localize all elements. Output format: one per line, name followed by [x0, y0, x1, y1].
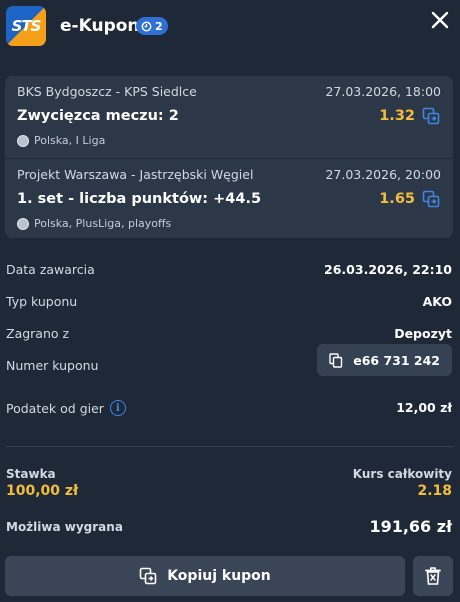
summary-divider [6, 446, 454, 447]
coupon-number: e66 731 242 [353, 352, 440, 368]
match-datetime: 27.03.2026, 18:00 [325, 84, 441, 99]
ticket-icon [141, 21, 152, 31]
possible-win-value: 191,66 zł [369, 517, 452, 536]
stake-value: 100,00 zł [6, 483, 79, 499]
number-label: Numer kuponu [6, 358, 99, 373]
copy-coupon-number-button[interactable]: e66 731 242 [317, 344, 452, 376]
match-name: BKS Bydgoszcz - KPS Siedlce [17, 84, 197, 99]
trash-icon [425, 567, 441, 585]
bet-odds: 1.65 [379, 191, 415, 207]
possible-win-label: Możliwa wygrana [6, 520, 123, 534]
bet-odds: 1.32 [379, 108, 415, 124]
tax-label-group: Podatek od gier i [6, 400, 126, 416]
tax-value: 12,00 zł [396, 400, 452, 415]
delete-coupon-button[interactable] [413, 556, 453, 596]
match-datetime: 27.03.2026, 20:00 [325, 167, 441, 182]
date-value: 26.03.2026, 22:10 [324, 262, 452, 277]
volleyball-icon [17, 134, 29, 147]
type-label: Typ kuponu [6, 294, 78, 309]
league-info: Polska, PlusLiga, playoffs [17, 217, 171, 230]
bet-market: 1. set - liczba punktów: +44.5 [17, 191, 262, 207]
stake-label: Stawka [6, 467, 56, 481]
close-icon[interactable] [428, 8, 452, 32]
detail-row-date: Data zawarcia 26.03.2026, 22:10 [0, 254, 460, 286]
copy-coupon-button[interactable]: Kopiuj kupon [5, 556, 405, 596]
bet-count: 2 [155, 19, 163, 33]
volleyball-icon [17, 217, 29, 230]
detail-row-tax: Podatek od gier i 12,00 zł [0, 392, 460, 424]
copy-icon [329, 352, 343, 368]
odds-boost-icon[interactable] [422, 190, 440, 208]
sts-logo: STS [6, 6, 46, 46]
played-value: Depozyt [394, 326, 452, 341]
detail-row-type: Typ kuponu AKO [0, 286, 460, 318]
copy-coupon-label: Kopiuj kupon [167, 568, 271, 584]
match-name: Projekt Warszawa - Jastrzębski Węgiel [17, 167, 254, 182]
info-icon[interactable]: i [109, 400, 126, 416]
bet-market: Zwycięzca meczu: 2 [17, 108, 179, 124]
bet-item[interactable]: Projekt Warszawa - Jastrzębski Węgiel 27… [5, 158, 453, 238]
odds-boost-icon[interactable] [422, 107, 440, 125]
tax-label: Podatek od gier [6, 400, 104, 416]
bet-item[interactable]: BKS Bydgoszcz - KPS Siedlce 27.03.2026, … [5, 76, 453, 156]
league-info: Polska, I Liga [17, 134, 105, 147]
date-label: Data zawarcia [6, 262, 95, 277]
total-odds-value: 2.18 [417, 483, 452, 499]
league-name: Polska, I Liga [34, 134, 106, 147]
total-odds-label: Kurs całkowity [352, 467, 452, 481]
coupon-header: STS e-Kupon 2 [0, 0, 460, 60]
coupon-title: e-Kupon [60, 16, 140, 36]
league-name: Polska, PlusLiga, playoffs [34, 217, 172, 230]
detail-row-number: Numer kuponu e66 731 242 [0, 344, 460, 382]
bet-list: BKS Bydgoszcz - KPS Siedlce 27.03.2026, … [5, 76, 453, 238]
type-value: AKO [422, 294, 452, 309]
copy-coupon-icon [139, 567, 157, 585]
played-label: Zagrano z [6, 326, 70, 341]
bet-count-badge: 2 [136, 17, 168, 35]
